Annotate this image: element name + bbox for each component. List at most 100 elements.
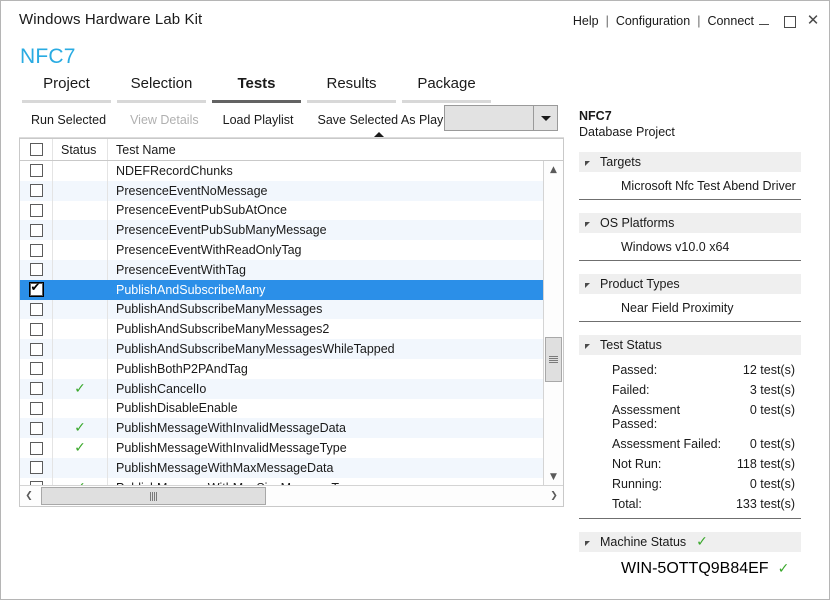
row-checkbox-cell[interactable]	[20, 359, 53, 379]
row-checkbox[interactable]	[30, 382, 43, 395]
table-row[interactable]: PublishAndSubscribeManyMessages	[20, 300, 544, 320]
scroll-down-icon[interactable]: ▼	[544, 468, 563, 486]
row-checkbox[interactable]	[30, 184, 43, 197]
row-checkbox[interactable]	[30, 422, 43, 435]
table-row[interactable]: PublishAndSubscribeManyMessagesWhileTapp…	[20, 339, 544, 359]
row-checkbox-cell[interactable]	[20, 201, 53, 221]
row-checkbox-cell[interactable]	[20, 399, 53, 419]
row-checkbox-cell[interactable]	[20, 339, 53, 359]
row-checkbox[interactable]	[30, 263, 43, 276]
expander-icon[interactable]	[585, 344, 590, 349]
row-checkbox[interactable]	[30, 224, 43, 237]
tab-package[interactable]: Package	[399, 75, 494, 103]
horizontal-scroll-thumb[interactable]	[41, 487, 266, 505]
table-row[interactable]: ✓ PublishMessageWithInvalidMessageData	[20, 418, 544, 438]
row-checkbox-cell[interactable]	[20, 260, 53, 280]
row-checkbox[interactable]	[30, 402, 43, 415]
expander-icon[interactable]	[585, 161, 590, 166]
section-header-test-status[interactable]: Test Status	[579, 335, 801, 355]
row-status-cell: ✓	[53, 379, 108, 399]
vertical-scrollbar[interactable]: ▲ ▼	[543, 161, 563, 486]
row-checkbox-cell[interactable]	[20, 379, 53, 399]
menu-item-connect[interactable]: Connect	[700, 14, 761, 28]
vertical-scroll-track[interactable]	[544, 179, 563, 468]
section-title: OS Platforms	[600, 216, 674, 230]
table-row[interactable]: PublishAndSubscribeManyMessages2	[20, 319, 544, 339]
section-header-targets[interactable]: Targets	[579, 152, 801, 172]
tab-label: Package	[417, 75, 475, 92]
minimize-icon[interactable]	[757, 13, 773, 29]
select-all-checkbox[interactable]	[30, 143, 43, 156]
row-test-name: PublishAndSubscribeMany	[108, 283, 544, 297]
table-row[interactable]: PublishBothP2PAndTag	[20, 359, 544, 379]
vertical-scroll-thumb[interactable]	[545, 337, 562, 382]
row-checkbox-cell[interactable]	[20, 240, 53, 260]
table-row[interactable]: PresenceEventNoMessage	[20, 181, 544, 201]
column-header-test-name[interactable]: Test Name	[108, 139, 563, 160]
collapse-caret-icon[interactable]	[374, 132, 384, 137]
expander-icon[interactable]	[585, 283, 590, 288]
close-icon[interactable]: ✕	[805, 13, 821, 29]
run-selected-button[interactable]: Run Selected	[19, 106, 118, 133]
maximize-icon[interactable]	[781, 13, 797, 29]
tab-results[interactable]: Results	[304, 75, 399, 103]
view-details-button: View Details	[118, 106, 211, 133]
table-row[interactable]: PresenceEventPubSubAtOnce	[20, 201, 544, 221]
tab-label: Project	[43, 75, 90, 92]
table-row[interactable]: ✓ PublishMessageWithInvalidMessageType	[20, 438, 544, 458]
section-header-machine-status[interactable]: Machine Status ✓	[579, 532, 801, 552]
machine-status-ok-icon: ✓	[696, 535, 708, 549]
tab-tests[interactable]: Tests	[209, 75, 304, 103]
row-checkbox[interactable]	[30, 303, 43, 316]
section-header-product-types[interactable]: Product Types	[579, 274, 801, 294]
row-checkbox[interactable]	[30, 362, 43, 375]
row-checkbox[interactable]	[30, 343, 43, 356]
scroll-left-icon[interactable]: ❮	[20, 486, 38, 506]
menu-item-help[interactable]: Help	[566, 14, 606, 28]
row-checkbox-cell[interactable]	[20, 458, 53, 478]
column-header-status[interactable]: Status	[53, 139, 108, 160]
table-row[interactable]: NDEFRecordChunks	[20, 161, 544, 181]
expander-icon[interactable]	[585, 541, 590, 546]
row-checkbox[interactable]	[30, 323, 43, 336]
row-checkbox-cell[interactable]	[20, 280, 53, 300]
tab-project[interactable]: Project	[19, 75, 114, 103]
row-checkbox[interactable]	[30, 442, 43, 455]
row-test-name: PresenceEventWithTag	[108, 263, 544, 277]
table-row[interactable]: PublishMessageWithMaxMessageData	[20, 458, 544, 478]
chevron-down-icon[interactable]	[533, 106, 557, 130]
row-checkbox-cell[interactable]	[20, 418, 53, 438]
load-playlist-button[interactable]: Load Playlist	[211, 106, 306, 133]
row-checkbox[interactable]	[30, 244, 43, 257]
row-checkbox[interactable]	[30, 461, 43, 474]
scroll-right-icon[interactable]: ❯	[545, 486, 563, 506]
row-status-cell	[53, 280, 108, 300]
row-checkbox[interactable]	[30, 204, 43, 217]
row-checkbox-cell[interactable]	[20, 161, 53, 181]
menu-item-configuration[interactable]: Configuration	[609, 14, 697, 28]
table-row[interactable]: PresenceEventWithReadOnlyTag	[20, 240, 544, 260]
row-checkbox[interactable]	[30, 164, 43, 177]
table-row[interactable]: PresenceEventWithTag	[20, 260, 544, 280]
stat-value: 12 test(s)	[727, 363, 795, 377]
table-row[interactable]: ✓ PublishCancelIo	[20, 379, 544, 399]
table-row[interactable]: PublishDisableEnable	[20, 399, 544, 419]
tests-grid: Status Test Name NDEFRecordChunks Presen…	[19, 138, 564, 507]
playlist-combo[interactable]	[444, 105, 558, 131]
row-checkbox-cell[interactable]	[20, 220, 53, 240]
stat-label: Assessment Passed:	[579, 403, 727, 431]
select-all-cell[interactable]	[20, 139, 53, 160]
section-header-os-platforms[interactable]: OS Platforms	[579, 213, 801, 233]
tab-selection[interactable]: Selection	[114, 75, 209, 103]
row-checkbox-cell[interactable]	[20, 319, 53, 339]
row-checkbox[interactable]	[30, 283, 43, 296]
expander-icon[interactable]	[585, 222, 590, 227]
row-checkbox-cell[interactable]	[20, 300, 53, 320]
horizontal-scrollbar[interactable]: ❮ ❯	[20, 485, 563, 506]
table-row-selected[interactable]: PublishAndSubscribeMany	[20, 280, 544, 300]
row-status-cell	[53, 240, 108, 260]
row-checkbox-cell[interactable]	[20, 438, 53, 458]
row-checkbox-cell[interactable]	[20, 181, 53, 201]
table-row[interactable]: PresenceEventPubSubManyMessage	[20, 220, 544, 240]
scroll-up-icon[interactable]: ▲	[544, 161, 563, 179]
